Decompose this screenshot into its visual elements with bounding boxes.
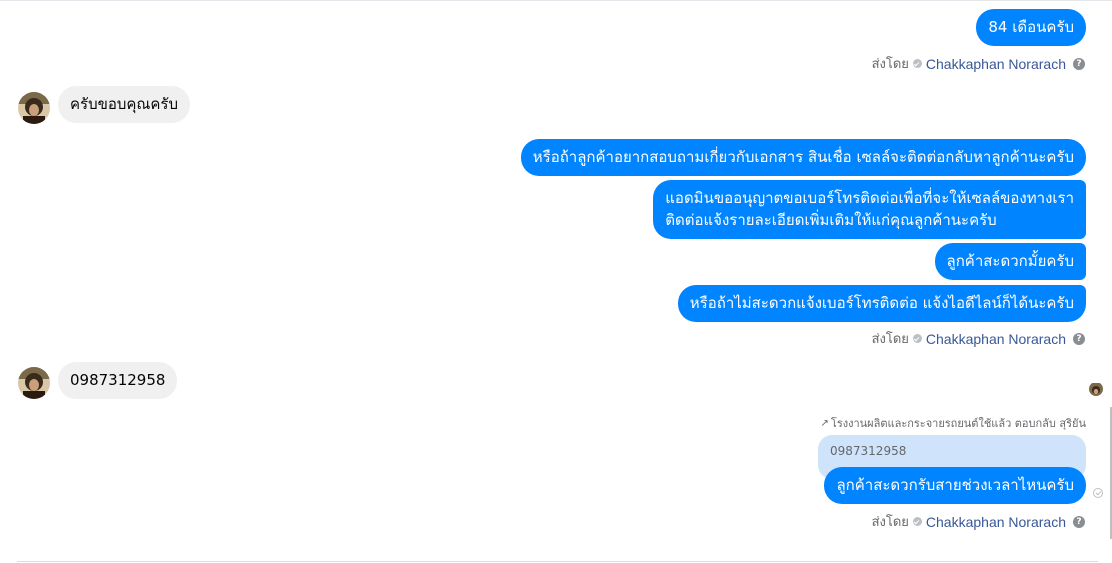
read-receipt-avatar-image [1089,383,1103,396]
outgoing-message[interactable]: ลูกค้าสะดวกมั้ยครับ [934,243,1086,280]
incoming-message[interactable]: 0987312958 [58,362,178,399]
avatar[interactable] [18,92,50,124]
message-text: ครับขอบคุณครับ [70,95,178,113]
read-receipt-avatar [1089,382,1103,396]
message-text: หรือถ้าไม่สะดวกแจ้งเบอร์โทรติดต่อ แจ้งไอ… [689,294,1074,312]
question-icon[interactable]: ? [1073,515,1085,528]
sent-by-label: ส่งโดย [871,332,909,347]
message-text-line-2: ติดต่อแจ้งรายละเอียดเพิ่มเติมให้แก่คุณลู… [665,211,997,229]
check-circle-icon [912,517,922,526]
message-text-line-1: แอดมินขออนุญาตขอเบอร์โทรติดต่อเพื่อที่จะ… [665,189,1074,207]
message-text: 84 เดือนครับ [988,18,1074,36]
sent-by-label: ส่งโดย [871,515,909,530]
avatar-image [18,92,50,124]
avatar[interactable] [18,367,50,399]
sent-by-label: ส่งโดย [871,57,909,72]
sent-by-line: ส่งโดย Chakkaphan Norarach ? [872,328,1085,349]
reply-quote-text: 0987312958 [830,444,907,458]
message-text: 0987312958 [70,371,166,389]
sent-by-line: ส่งโดย Chakkaphan Norarach ? [872,511,1085,532]
agent-name-link[interactable]: Chakkaphan Norarach [926,56,1066,72]
reply-header-text: โรงงานผลิตและกระจายรถยนต์ใช้แล้ว ตอบกลับ… [830,417,1086,430]
reply-header: ↗ โรงงานผลิตและกระจายรถยนต์ใช้แล้ว ตอบกล… [821,414,1086,432]
outgoing-message[interactable]: หรือถ้าลูกค้าอยากสอบถามเกี่ยวกับเอกสาร ส… [520,139,1086,176]
outgoing-message[interactable]: ลูกค้าสะดวกรับสายช่วงเวลาไหนครับ [824,467,1086,504]
seen-check-icon [1093,488,1103,498]
agent-name-link[interactable]: Chakkaphan Norarach [926,514,1066,530]
outgoing-message[interactable]: แอดมินขออนุญาตขอเบอร์โทรติดต่อเพื่อที่จะ… [653,180,1086,239]
message-text: ลูกค้าสะดวกรับสายช่วงเวลาไหนครับ [836,476,1074,494]
reply-arrow-icon: ↗ [820,417,829,429]
bottom-divider [17,561,1098,562]
check-circle-icon [912,59,922,68]
outgoing-message[interactable]: หรือถ้าไม่สะดวกแจ้งเบอร์โทรติดต่อ แจ้งไอ… [677,285,1086,322]
message-text: ลูกค้าสะดวกมั้ยครับ [946,252,1074,270]
outgoing-message[interactable]: 84 เดือนครับ [976,9,1086,46]
avatar-image [18,367,50,399]
top-divider [0,0,1112,1]
message-text: หรือถ้าลูกค้าอยากสอบถามเกี่ยวกับเอกสาร ส… [532,148,1074,166]
question-icon[interactable]: ? [1073,57,1085,70]
check-circle-icon [912,334,922,343]
sent-by-line: ส่งโดย Chakkaphan Norarach ? [872,53,1085,74]
question-icon[interactable]: ? [1073,332,1085,345]
incoming-message[interactable]: ครับขอบคุณครับ [58,86,190,123]
agent-name-link[interactable]: Chakkaphan Norarach [926,331,1066,347]
